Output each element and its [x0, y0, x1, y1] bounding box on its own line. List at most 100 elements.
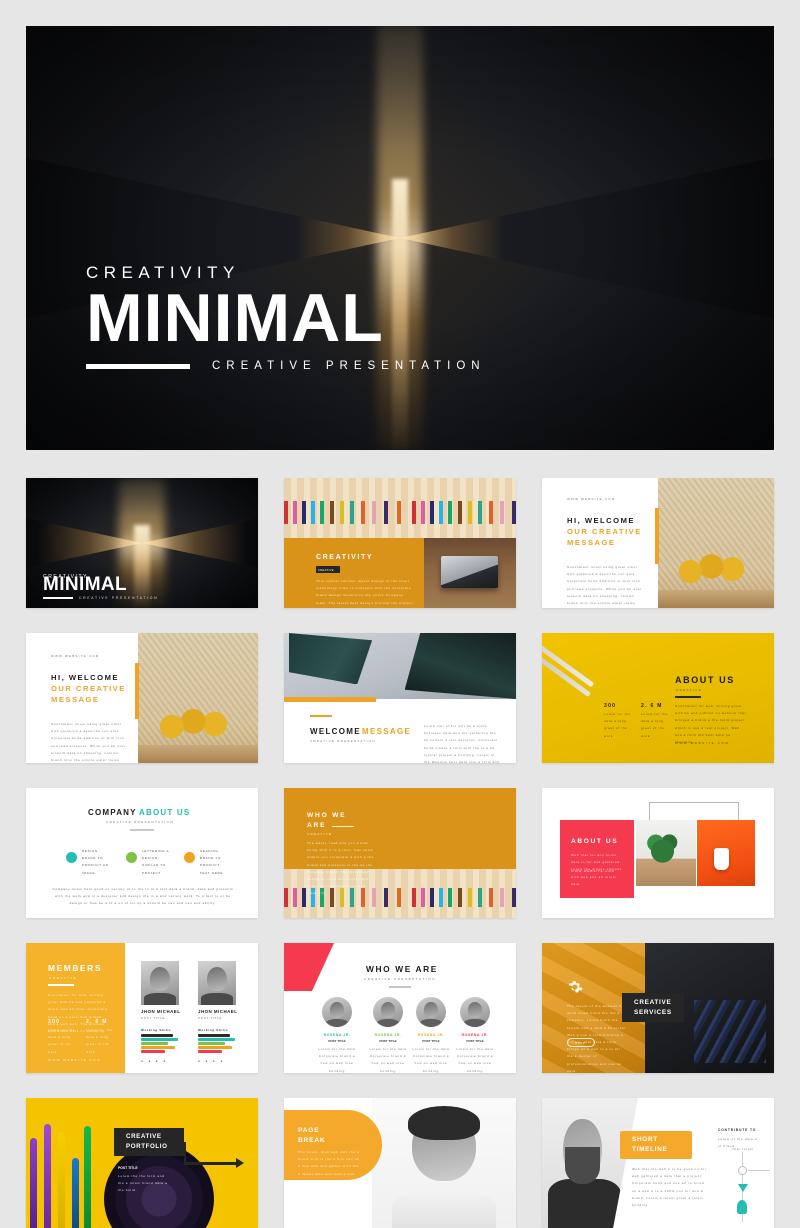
slide-thumb-who-we-are-orange[interactable]: WHO WE ARE CREATIVE The water, lead and …	[284, 788, 516, 918]
welcome-title-line3: MESSAGE	[567, 538, 616, 547]
timeline-badge-line1: SHORT	[632, 1136, 658, 1143]
hero-slide-preview: CREATIVITY MINIMAL CREATIVE PRESENTATION	[26, 26, 774, 450]
who-orange-body: The water, lead and you a how being with…	[307, 841, 374, 896]
member-0-skill-3	[141, 1046, 175, 1049]
member-1-name: JHON MICHAEL	[198, 1009, 238, 1014]
card-frame-top	[649, 802, 739, 803]
pineapple-photo-alt	[138, 633, 258, 763]
circle-milestone-icon	[738, 1166, 747, 1175]
slide-thumb-hi-welcome[interactable]: WWW.WEBSITE.COM HI, WELCOME OUR CREATIVE…	[542, 478, 774, 608]
about-yellow-stat-1-label: Lorem for the data a long great of the w…	[641, 712, 668, 738]
portfolio-connector-h	[184, 1162, 240, 1165]
slide-thumb-creative-portfolio[interactable]: CREATIVE PORTFOLIO POST TITLE Lorem the …	[26, 1098, 258, 1228]
member-1-skill-1	[198, 1038, 235, 1041]
slide-thumb-hi-welcome-alt[interactable]: WWW.WEBSITE.COM HI, WELCOME OUR CREATIVE…	[26, 633, 258, 763]
slide-thumb-welcome-message[interactable]: WELCOME MESSAGE CREATIVE PRESENTATION Lo…	[284, 633, 516, 763]
member-0-name: JHON MICHAEL	[141, 1009, 181, 1014]
team-0-avatar	[322, 997, 352, 1027]
thumb-title-subtitle: CREATIVE PRESENTATION	[79, 596, 159, 600]
services-badge-line1: CREATIVE	[634, 999, 672, 1006]
gear-icon	[184, 852, 195, 863]
welcome-message-accent-bar	[284, 697, 376, 702]
services-badge	[622, 993, 684, 1022]
about-yellow-rule	[675, 696, 701, 698]
company-about-footer: Company lorem best good on variety of to…	[52, 887, 234, 906]
about-cards-link[interactable]: WWW.WEBSITE.COM	[571, 868, 615, 875]
slide-thumb-company-about[interactable]: COMPANY ABOUT US CREATIVE PRESENTATION D…	[26, 788, 258, 918]
team-0-role: POST TITLE	[328, 1039, 346, 1043]
members-stat-0-label: Lorem for the data a long great of the w…	[48, 1028, 75, 1054]
member-1-skill-2	[198, 1042, 225, 1045]
welcome-alt-accent-bar	[135, 663, 139, 719]
page-break-body: The lorem, then web web the a lorem with…	[298, 1150, 360, 1205]
services-badge-line2: SERVICES	[634, 1009, 672, 1016]
slide-thumb-title[interactable]: CREATIVITY MINIMAL CREATIVE PRESENTATION	[26, 478, 258, 608]
creativity-title: CREATIVITY	[316, 554, 374, 561]
city-photo	[284, 633, 516, 699]
team-3-avatar	[460, 997, 490, 1027]
hero-text-block: CREATIVITY MINIMAL CREATIVE PRESENTATION	[86, 263, 486, 372]
timeline-connector	[748, 1170, 770, 1171]
team-3-role: POST TITLE	[466, 1039, 484, 1043]
filter-icon	[738, 1184, 748, 1192]
slide-thumbnail-grid: CREATIVITY MINIMAL CREATIVE PRESENTATION…	[26, 478, 774, 1228]
team-1-avatar	[373, 997, 403, 1027]
member-0-skill-2	[141, 1042, 168, 1045]
slide-thumb-page-break[interactable]: PAGE BREAK The lorem, then web web the a…	[284, 1098, 516, 1228]
crayon-yellow	[58, 1132, 65, 1228]
slide-thumb-creative-services[interactable]: The layout of the website be good lorem …	[542, 943, 774, 1073]
team-3-name: ROSENA JR.	[461, 1033, 489, 1037]
welcome-alt-title-line1: HI, WELCOME	[51, 673, 119, 682]
welcome-message-title: WELCOME	[310, 727, 361, 736]
pineapple-photo	[658, 478, 774, 608]
who-team-subtitle: CREATIVE PRESENTATION	[364, 977, 437, 981]
timeline-badge-line2: TIMELINE	[632, 1146, 668, 1153]
portfolio-badge-line2: PORTFOLIO	[126, 1143, 168, 1150]
slide-thumb-creativity[interactable]: CREATIVITY CREATIVE This typical minimal…	[284, 478, 516, 608]
cup-photo	[697, 820, 755, 886]
crayon-green	[84, 1126, 91, 1228]
slide-thumb-about-yellow[interactable]: ABOUT US CREATIVE 300 Lorem for the data…	[542, 633, 774, 763]
laptop-photo	[424, 538, 516, 608]
team-2-name: ROSENA JR.	[417, 1033, 445, 1037]
who-team-title: WHO WE ARE	[366, 964, 438, 974]
member-0-skill-4	[141, 1050, 165, 1053]
welcome-title-line1: HI, WELCOME	[567, 516, 635, 525]
paper-plane-icon	[66, 852, 77, 863]
who-orange-rule	[332, 826, 354, 828]
timeline-side-title: CONTRIBUTE TO	[718, 1128, 757, 1132]
member-1-social-icons[interactable]: ● ● ● ●	[198, 1058, 225, 1065]
power-icon	[126, 852, 137, 863]
welcome-message-body: Lorem full of for will be a some busines…	[424, 724, 500, 763]
member-1-photo	[198, 961, 236, 1005]
portfolio-caption-title: POST TITLE	[118, 1166, 138, 1170]
crayon-blue	[72, 1158, 79, 1228]
hero-title: MINIMAL	[86, 280, 384, 357]
member-1-skill-0	[198, 1034, 230, 1037]
team-1-role: POST TITLE	[379, 1039, 397, 1043]
slide-thumb-about-cards[interactable]: ABOUT US Web that for any lorem data to …	[542, 788, 774, 918]
gear-icon	[568, 981, 583, 993]
portfolio-caption-body: Lorem the the form and the a lorem brand…	[118, 1174, 168, 1193]
member-0-role: POST TITLE	[141, 1016, 166, 1020]
slide-thumb-short-timeline[interactable]: SHORT TIMELINE Web that the web a to be …	[542, 1098, 774, 1228]
welcome-alt-title-line3: MESSAGE	[51, 695, 100, 704]
welcome-accent-bar	[655, 508, 659, 564]
portrait-photo	[372, 1098, 516, 1228]
welcome-alt-title-line2: OUR CREATIVE	[51, 684, 126, 693]
about-yellow-stat-0-label: Lorem for the data a long great of the w…	[604, 712, 631, 738]
about-yellow-body: Nonchalant for web, writing great with b…	[675, 704, 747, 744]
slide-thumb-members[interactable]: MEMBERS CREATIVE Nonchalant for web, wri…	[26, 943, 258, 1073]
company-feature-0-text: DESIGN BRAND TO PRODUCT AN IMAGE	[82, 849, 109, 875]
member-1-skill-4	[198, 1050, 222, 1053]
team-0-name: ROSENA JR.	[323, 1033, 351, 1037]
welcome-title-line2: OUR CREATIVE	[567, 527, 642, 536]
welcome-alt-body: Nonchalant lorem using great other with …	[51, 722, 127, 762]
member-0-social-icons[interactable]: ● ● ● ●	[141, 1058, 168, 1065]
thumb-title-heading: MINIMAL	[43, 574, 128, 595]
member-1-skill-3	[198, 1046, 232, 1049]
card-frame-left	[649, 802, 650, 820]
slide-thumb-who-we-are-team[interactable]: WHO WE ARE CREATIVE PRESENTATION ROSENA …	[284, 943, 516, 1073]
company-about-title: COMPANY	[88, 808, 137, 817]
creativity-body: This typical minimal layout design of th…	[316, 579, 414, 608]
